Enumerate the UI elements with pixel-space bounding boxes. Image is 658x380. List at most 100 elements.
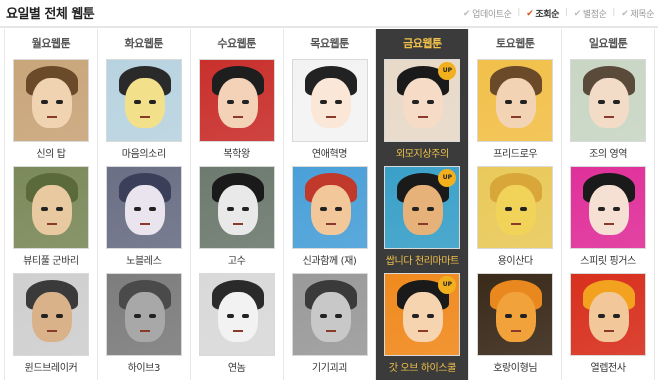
webtoon-thumbnail[interactable] — [198, 59, 275, 142]
webtoon-thumbnail[interactable] — [477, 166, 554, 249]
webtoon-item[interactable]: 하이브3 — [98, 271, 190, 378]
webtoon-thumbnail[interactable] — [105, 273, 182, 356]
webtoon-item[interactable]: UP 외모지상주의 — [376, 57, 468, 164]
webtoon-item[interactable]: 연놈 — [191, 271, 283, 378]
webtoon-item[interactable]: 기기괴괴 — [284, 271, 376, 378]
character-eye — [133, 207, 141, 211]
webtoon-title[interactable]: 연놈 — [193, 359, 281, 374]
webtoon-item[interactable]: UP 갓 오브 하이스쿨 — [376, 271, 468, 378]
sort-update-button[interactable]: ✔ 업데이트순 — [463, 7, 512, 21]
check-icon: ✔ — [573, 8, 582, 19]
character-face — [124, 78, 165, 128]
character-eye — [613, 207, 621, 211]
tab-wed[interactable]: 수요웹툰 — [191, 29, 283, 57]
webtoon-thumbnail[interactable]: UP — [384, 273, 461, 356]
webtoon-thumbnail[interactable] — [570, 273, 647, 356]
character-eye — [241, 314, 249, 318]
webtoon-item[interactable]: 연애혁명 — [284, 57, 376, 164]
sort-title-button[interactable]: ✔ 제목순 — [621, 7, 654, 21]
character-eye — [41, 207, 48, 211]
webtoon-title[interactable]: 프리드로우 — [471, 145, 559, 160]
sort-views-button[interactable]: ✔ 조회순 — [526, 7, 559, 21]
webtoon-thumbnail[interactable] — [291, 166, 368, 249]
character-mouth — [511, 330, 522, 332]
webtoon-title[interactable]: 호랑이형님 — [471, 359, 559, 374]
webtoon-item[interactable]: UP 쌉니다 천리마마트 — [376, 164, 468, 271]
webtoon-thumbnail[interactable] — [105, 166, 182, 249]
webtoon-title[interactable]: 조의 영역 — [564, 145, 652, 160]
webtoon-title[interactable]: 하이브3 — [100, 359, 188, 374]
webtoon-title[interactable]: 열렙전사 — [564, 359, 652, 374]
webtoon-title[interactable]: 용이산다 — [471, 252, 559, 267]
webtoon-title[interactable]: 쌉니다 천리마마트 — [378, 252, 466, 267]
webtoon-title[interactable]: 복학왕 — [193, 145, 281, 160]
webtoon-thumbnail[interactable] — [291, 273, 368, 356]
character-face — [496, 185, 537, 235]
webtoon-title[interactable]: 연애혁명 — [286, 145, 374, 160]
tab-tue[interactable]: 화요웹툰 — [98, 29, 190, 57]
character-face — [217, 292, 258, 342]
tab-sun[interactable]: 일요웹툰 — [562, 29, 654, 57]
webtoon-item[interactable]: 마음의소리 — [98, 57, 190, 164]
webtoon-item[interactable]: 복학왕 — [191, 57, 283, 164]
sort-label: 제목순 — [630, 10, 654, 20]
tab-fri[interactable]: 금요웹툰 — [376, 29, 468, 57]
character-eye — [505, 100, 513, 104]
webtoon-item[interactable]: 호랑이형님 — [469, 271, 561, 378]
webtoon-thumbnail[interactable] — [477, 273, 554, 356]
character-mouth — [511, 116, 522, 118]
character-face — [32, 78, 72, 128]
character-mouth — [418, 223, 429, 225]
webtoon-thumbnail[interactable]: UP — [384, 166, 461, 249]
character-eye — [505, 314, 513, 318]
webtoon-thumbnail[interactable] — [198, 273, 275, 356]
webtoon-thumbnail[interactable] — [105, 59, 182, 142]
character-eye — [148, 314, 156, 318]
webtoon-item[interactable]: 스피릿 핑거스 — [562, 164, 654, 271]
webtoon-thumbnail[interactable] — [13, 273, 89, 356]
tab-thu[interactable]: 목요웹툰 — [284, 29, 376, 57]
webtoon-title[interactable]: 윈드브레이커 — [7, 359, 95, 374]
character-eye — [613, 100, 621, 104]
sort-rating-button[interactable]: ✔ 별점순 — [573, 7, 607, 21]
webtoon-item[interactable]: 조의 영역 — [562, 57, 654, 164]
webtoon-thumbnail[interactable] — [198, 166, 275, 249]
webtoon-title[interactable]: 고수 — [193, 252, 281, 267]
webtoon-thumbnail[interactable] — [570, 166, 647, 249]
sort-options: ✔ 업데이트순 | ✔ 조회순 | ✔ 별점순 | ✔ 제목순 — [463, 7, 654, 20]
webtoon-item[interactable]: 윈드브레이커 — [5, 271, 97, 378]
webtoon-title[interactable]: 노블레스 — [100, 252, 188, 267]
character-eye — [241, 207, 249, 211]
tab-mon[interactable]: 월요웹툰 — [5, 29, 97, 57]
webtoon-item[interactable]: 열렙전사 — [562, 271, 654, 378]
character-eye — [598, 314, 606, 318]
tab-sat[interactable]: 토요웹툰 — [469, 29, 561, 57]
webtoon-title[interactable]: 신의 탑 — [7, 145, 95, 160]
webtoon-thumbnail[interactable]: UP — [384, 59, 461, 142]
webtoon-thumbnail[interactable] — [570, 59, 647, 142]
webtoon-title[interactable]: 갓 오브 하이스쿨 — [378, 359, 466, 374]
webtoon-item[interactable]: 용이산다 — [469, 164, 561, 271]
webtoon-title[interactable]: 기기괴괴 — [286, 359, 374, 374]
webtoon-title[interactable]: 마음의소리 — [100, 145, 188, 160]
webtoon-title[interactable]: 뷰티풀 군바리 — [7, 252, 95, 267]
webtoon-thumbnail[interactable] — [13, 59, 89, 142]
character-mouth — [325, 116, 336, 118]
character-eye — [41, 314, 48, 318]
character-mouth — [604, 223, 615, 225]
webtoon-item[interactable]: 뷰티풀 군바리 — [5, 164, 97, 271]
webtoon-item[interactable]: 노블레스 — [98, 164, 190, 271]
character-face — [589, 292, 630, 342]
webtoon-item[interactable]: 신과함께 (재) — [284, 164, 376, 271]
webtoon-thumbnail[interactable] — [291, 59, 368, 142]
webtoon-item[interactable]: 신의 탑 — [5, 57, 97, 164]
webtoon-item[interactable]: 프리드로우 — [469, 57, 561, 164]
webtoon-thumbnail[interactable] — [477, 59, 554, 142]
webtoon-title[interactable]: 외모지상주의 — [378, 145, 466, 160]
webtoon-title[interactable]: 신과함께 (재) — [286, 252, 374, 267]
webtoon-item[interactable]: 고수 — [191, 164, 283, 271]
webtoon-thumbnail[interactable] — [13, 166, 89, 249]
page-title: 요일별 전체 웹툰 — [6, 7, 95, 22]
character-face — [124, 185, 165, 235]
webtoon-title[interactable]: 스피릿 핑거스 — [564, 252, 652, 267]
